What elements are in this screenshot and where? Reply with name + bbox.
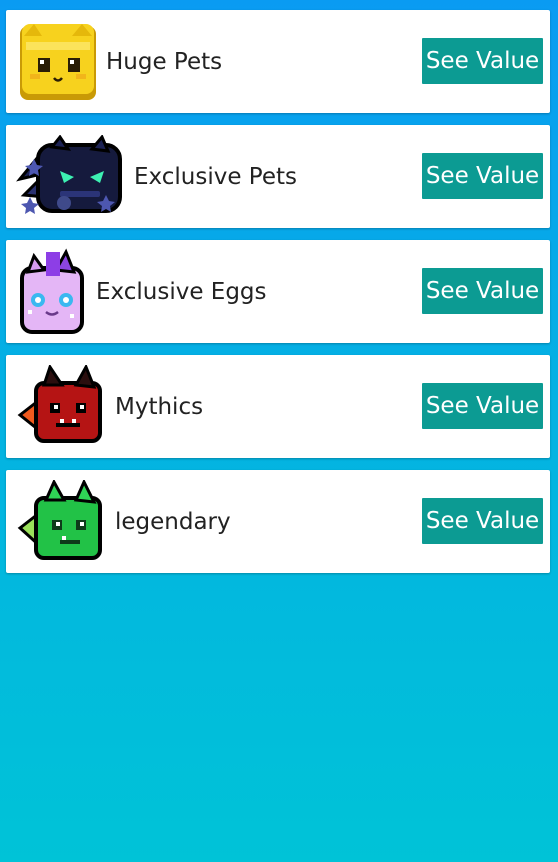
- category-label: Exclusive Eggs: [96, 278, 267, 305]
- category-label: legendary: [115, 508, 231, 535]
- see-value-button[interactable]: See Value: [422, 498, 543, 544]
- category-card-mythics[interactable]: Mythics See Value: [6, 355, 550, 458]
- see-value-button[interactable]: See Value: [422, 268, 543, 314]
- category-label: Mythics: [115, 393, 204, 420]
- unicorn-egg-pet-icon: [16, 248, 88, 336]
- dark-dragon-pet-icon: [16, 135, 126, 219]
- red-demon-pet-icon: [16, 365, 108, 449]
- see-value-button[interactable]: See Value: [422, 383, 543, 429]
- see-value-button[interactable]: See Value: [422, 153, 543, 199]
- category-label: Huge Pets: [106, 48, 223, 75]
- huge-cat-pet-icon: [18, 22, 98, 102]
- category-card-exclusive-eggs[interactable]: Exclusive Eggs See Value: [6, 240, 550, 343]
- category-card-exclusive-pets[interactable]: Exclusive Pets See Value: [6, 125, 550, 228]
- category-card-huge-pets[interactable]: Huge Pets See Value: [6, 10, 550, 113]
- see-value-button[interactable]: See Value: [422, 38, 543, 84]
- category-label: Exclusive Pets: [134, 163, 297, 190]
- green-dragon-pet-icon: [16, 480, 108, 564]
- category-list: Huge Pets See Value Exclusive Pets See V…: [6, 10, 550, 585]
- category-card-legendary[interactable]: legendary See Value: [6, 470, 550, 573]
